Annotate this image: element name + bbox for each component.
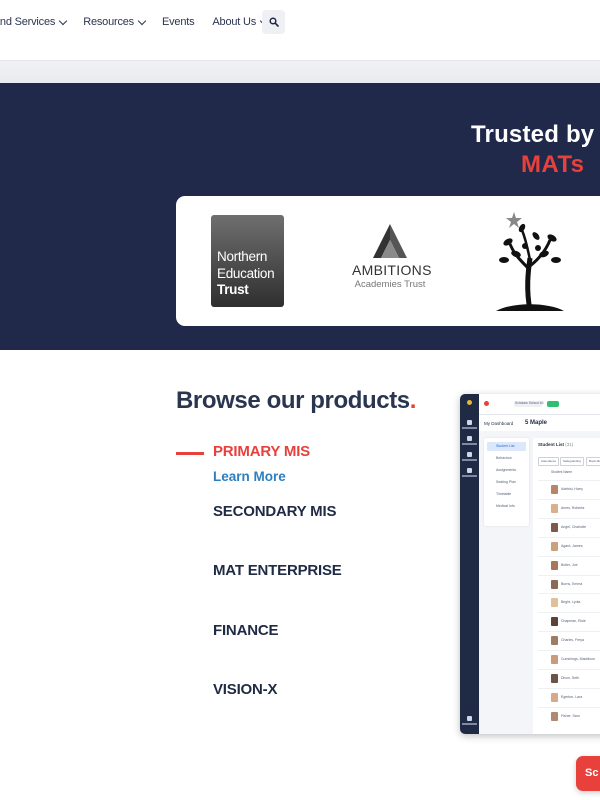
avatar [551, 655, 558, 665]
schedule-demo-button[interactable]: Sc [576, 756, 600, 791]
nav-item-label: and Services [0, 16, 56, 28]
student-name: Butler, Joe [561, 562, 578, 567]
product-finance[interactable]: FINANCE [213, 622, 278, 639]
home-icon [467, 420, 472, 425]
trusted-heading-accent: MATs [521, 151, 585, 178]
student-row[interactable]: Egerton, Lara [538, 687, 600, 707]
app-sidebar-rail [460, 394, 479, 734]
student-name: Bright, Lydia [561, 600, 581, 605]
ambitions-mark-icon [373, 224, 407, 258]
chevron-down-icon [137, 16, 147, 25]
avatar [551, 674, 558, 683]
avatar [551, 692, 558, 702]
student-row[interactable]: Bright, Lydia [538, 593, 600, 612]
nav-menu: and Services Resources Events About Us [0, 10, 269, 34]
avatar [551, 522, 558, 532]
people-icon [467, 436, 472, 441]
student-name: Fisher, Sam [561, 713, 580, 718]
nav-item-services[interactable]: and Services [0, 16, 68, 28]
student-row[interactable]: Angel, Charlotte [538, 517, 600, 537]
student-name: Cummings, Maddison [561, 657, 595, 662]
nav-item-label: Events [161, 16, 195, 28]
student-row[interactable]: Adebisi, Harry [538, 480, 600, 499]
learn-more-link[interactable]: Learn More [213, 469, 286, 484]
products-heading: Browse our products. [176, 387, 417, 414]
product-mat-enterprise[interactable]: MAT ENTERPRISE [213, 562, 342, 579]
student-name: Agard, James [561, 543, 583, 548]
avatar [551, 503, 558, 513]
northern-education-trust-logo: Northern Education Trust [211, 215, 284, 307]
chevron-down-icon [58, 16, 68, 25]
app-screenshot: Scholars School 63 My Dashboard 5 Maple … [460, 394, 600, 734]
student-name: Dixon, Seth [561, 676, 580, 680]
nav-item-about[interactable]: About Us [212, 16, 269, 28]
student-name: Egerton, Lara [561, 694, 583, 699]
student-name: Adebisi, Harry [561, 487, 583, 491]
avatar [551, 541, 558, 551]
avatar [551, 560, 558, 570]
student-row[interactable]: Chapman, Elsie [538, 612, 600, 631]
app-brand-icon [484, 401, 489, 406]
student-name: Burns, Emma [561, 581, 583, 586]
student-row[interactable]: Fisher, Sam [538, 706, 600, 726]
nav-item-events[interactable]: Events [161, 16, 195, 28]
product-vision-x[interactable]: VISION-X [213, 681, 277, 698]
app-menu: Student List Behaviour Assignments Seati… [484, 438, 529, 526]
student-name: Angel, Charlotte [561, 524, 587, 529]
app-topbar: Scholars School 63 [479, 394, 600, 415]
student-row[interactable]: Butler, Joe [538, 555, 600, 575]
active-indicator [176, 452, 204, 455]
student-row[interactable]: Cummings, Maddison [538, 650, 600, 669]
nav-item-label: About Us [212, 16, 257, 28]
search-icon [268, 17, 279, 27]
avatar [551, 598, 558, 608]
trusted-heading: Trusted by [471, 121, 595, 148]
student-name: Ames, Roberta [561, 505, 585, 510]
app-status-badge [547, 401, 559, 407]
settings-icon [467, 716, 472, 721]
avatar [551, 617, 558, 627]
trusted-section: Trusted by MATs Northern Education Trust… [0, 83, 600, 350]
app-toolbar: My Dashboard 5 Maple [479, 415, 600, 431]
app-logo-icon [467, 400, 472, 405]
nav-item-label: Resources [83, 16, 134, 28]
avatar [551, 579, 558, 589]
product-primary-mis[interactable]: PRIMARY MIS [213, 443, 310, 460]
logo-carousel: Northern Education Trust AMBITIONS Acade… [176, 196, 600, 326]
app-student-list: Student List (31) Attendance Safeguardin… [533, 438, 600, 734]
nav-item-resources[interactable]: Resources [83, 16, 147, 28]
product-secondary-mis[interactable]: SECONDARY MIS [213, 503, 336, 520]
avatar [551, 636, 558, 646]
student-row[interactable]: Burns, Emma [538, 574, 600, 594]
chart-icon [467, 452, 472, 457]
student-row[interactable]: Charles, Freya [538, 631, 600, 650]
student-name: Chapman, Elsie [561, 619, 586, 624]
top-nav: and Services Resources Events About Us [0, 0, 600, 60]
avatar [551, 485, 558, 494]
student-row[interactable]: Ames, Roberta [538, 498, 600, 518]
student-name: Charles, Freya [561, 638, 584, 643]
avatar [551, 711, 558, 721]
report-icon [467, 468, 472, 473]
student-row[interactable]: Agard, James [538, 536, 600, 556]
tree-logo [496, 212, 564, 311]
nav-divider [0, 60, 600, 83]
student-row[interactable]: Dixon, Seth [538, 669, 600, 688]
search-button[interactable] [262, 10, 285, 34]
ambitions-academies-logo: AMBITIONS Academies Trust [352, 224, 431, 290]
